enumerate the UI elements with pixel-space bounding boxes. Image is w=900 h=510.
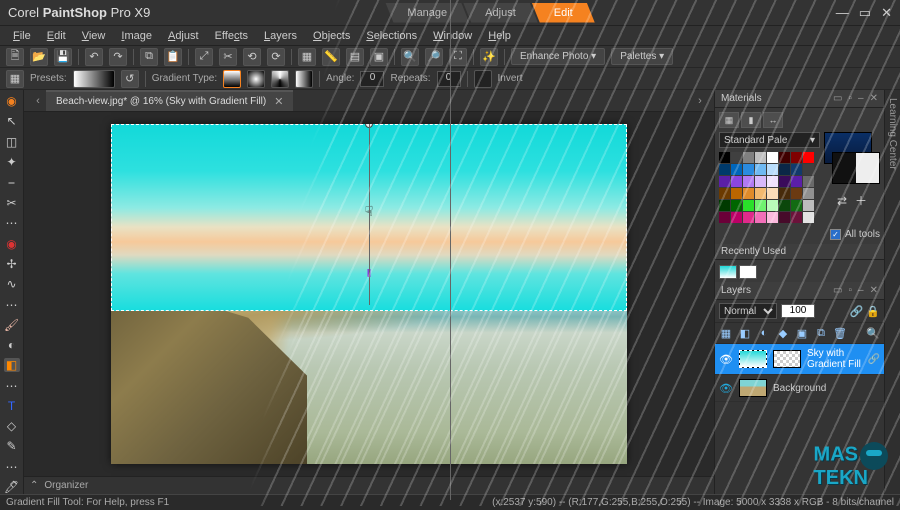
layer-row[interactable]: 👁 Background <box>715 375 884 402</box>
right-panels: Materials ▭ ▫ – ✕ ▦ ▮ ↔ Standard Pale▾ <box>714 90 884 494</box>
layer-thumb <box>739 379 767 397</box>
main-area: ◉ ↖ ◫ ✦ ⎯ ✂ ⋯ ◉ ✢ ∿ ⋯ 🖌 ◐ ◧ ⋯ T ◇ ✎ ⋯ 🖊 … <box>0 90 900 494</box>
